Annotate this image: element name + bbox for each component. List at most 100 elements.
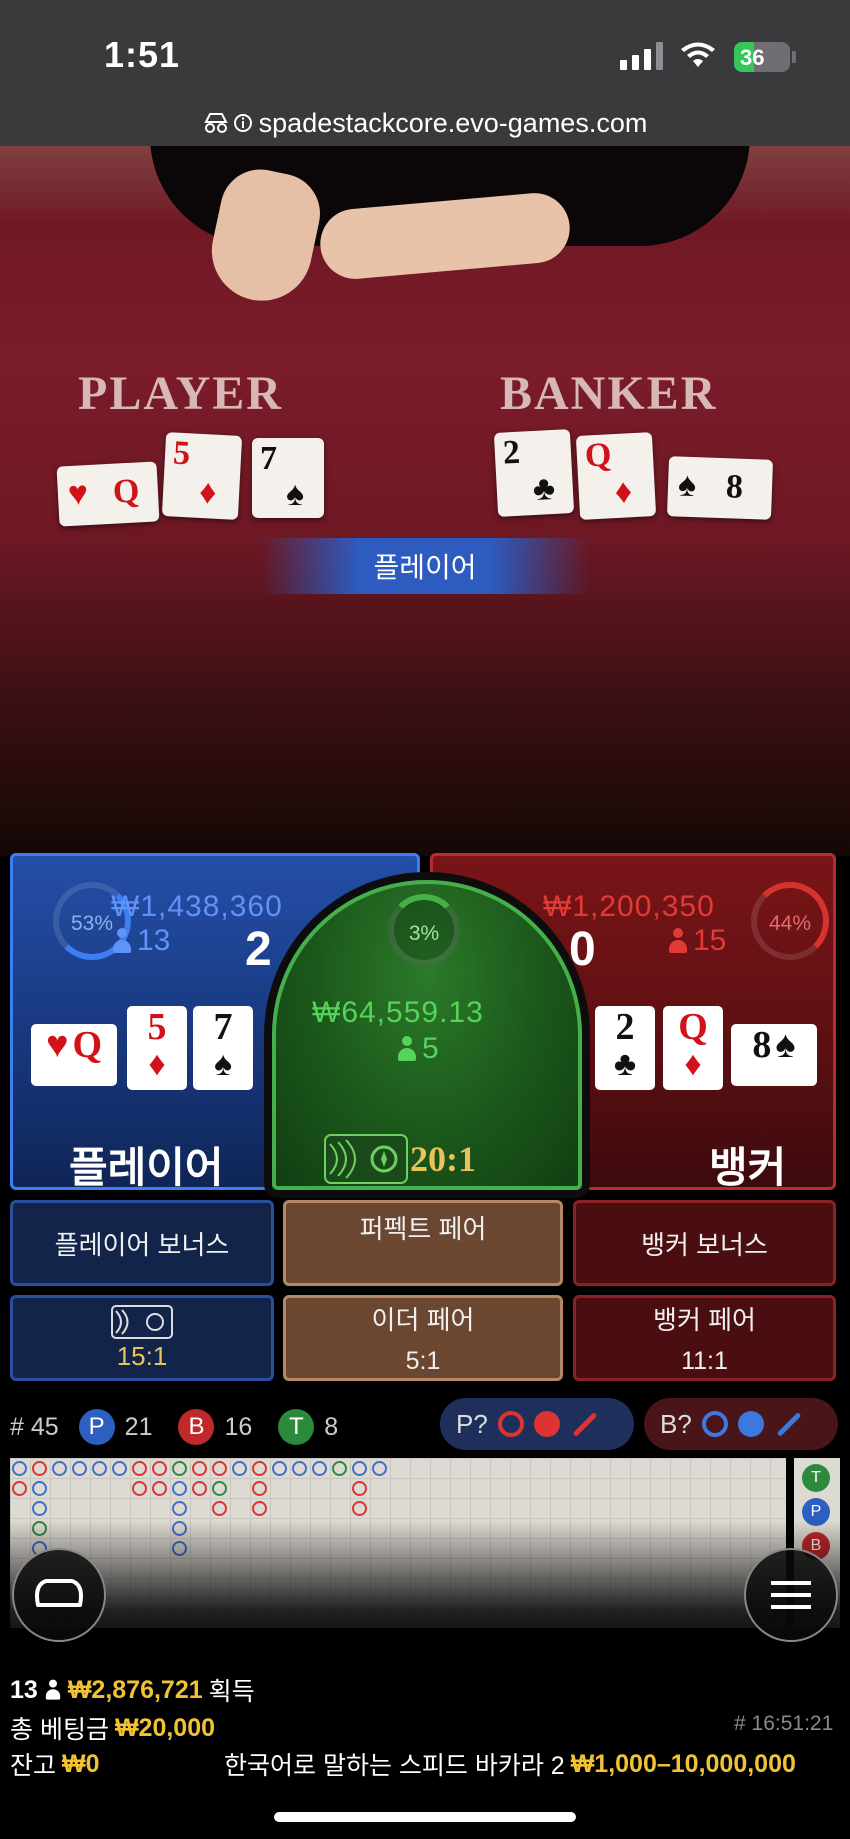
banker-pair-bet[interactable]: 뱅커 페어 11:1 — [573, 1295, 836, 1381]
player-bonus-bet[interactable]: 플레이어 보너스 — [10, 1200, 274, 1286]
card-rank: 2 — [501, 433, 521, 472]
banker-count: 15 — [693, 924, 727, 957]
golden-card-icon — [111, 1304, 173, 1339]
road-bead — [32, 1481, 47, 1496]
menu-button[interactable] — [744, 1548, 838, 1642]
road-bead — [272, 1461, 287, 1476]
winners-line: 13 ₩2,876,721 획득 — [10, 1672, 255, 1708]
person-icon — [113, 928, 131, 954]
road-bead — [32, 1461, 47, 1476]
road-bead — [372, 1461, 387, 1476]
round-time: # 16:51:21 — [734, 1712, 834, 1735]
banker-predict-label: B? — [660, 1408, 692, 1439]
road-bead — [352, 1481, 367, 1496]
player-predict-label: P? — [456, 1408, 488, 1439]
road-bead — [172, 1501, 187, 1516]
win-label: 획득 — [208, 1678, 255, 1706]
player-player-count: 13 — [113, 924, 170, 958]
golden-card-icon — [324, 1134, 408, 1184]
wifi-icon — [681, 42, 715, 67]
road-bead — [72, 1461, 87, 1476]
info-icon[interactable] — [233, 113, 253, 133]
banker-bonus-bet[interactable]: 뱅커 보너스 — [573, 1200, 836, 1286]
blue-dot-icon — [737, 1411, 764, 1437]
road-bead — [132, 1481, 147, 1496]
tie-percent-ring: 3% — [388, 894, 460, 966]
banker-percent: 44% — [768, 912, 812, 935]
table-banker-card: ♠ 8 — [666, 456, 774, 520]
total-bet-label: 총 베팅금 — [10, 1716, 109, 1744]
either-pair-odds: 5:1 — [405, 1347, 441, 1375]
balance-label: 잔고 — [10, 1752, 57, 1780]
table-banker-label: BANKER — [500, 367, 718, 420]
balance-amount: ₩0 — [62, 1749, 100, 1778]
balance-line: 잔고 ₩0 — [10, 1746, 100, 1782]
winners-count: 13 — [10, 1675, 38, 1704]
lobby-table-icon — [35, 1579, 83, 1607]
banker-card: 2 ♣ — [595, 1006, 655, 1090]
tie-player-count: 5 — [398, 1032, 439, 1066]
table-name: 한국어로 말하는 스피드 바카라 2 — [224, 1752, 565, 1780]
banker-card: 8 ♠ — [731, 1024, 817, 1086]
card-suit: ♠ — [213, 1046, 233, 1083]
url-text[interactable]: spadestackcore.evo-games.com — [259, 108, 648, 139]
banker-score: 0 — [569, 923, 596, 976]
road-bead — [172, 1461, 187, 1476]
tie-total-amount: ₩64,559.13 — [312, 996, 484, 1029]
player-card: 5 ♦ — [127, 1006, 187, 1090]
banker-predict-button[interactable]: B? — [644, 1398, 838, 1450]
road-bead — [52, 1461, 67, 1476]
road-bead — [112, 1461, 127, 1476]
road-bead — [252, 1461, 267, 1476]
road-bead — [192, 1481, 207, 1496]
card-rank: Q — [678, 1006, 708, 1048]
card-rank: 2 — [615, 1006, 635, 1048]
player-predict-button[interactable]: P? — [440, 1398, 634, 1450]
either-pair-label: 이더 페어 — [371, 1305, 475, 1335]
road-bead — [312, 1461, 327, 1476]
card-suit: ♦ — [613, 473, 634, 512]
card-rank: 8 — [725, 468, 744, 506]
perfect-pair-bet[interactable]: 퍼펙트 페어 — [283, 1200, 563, 1286]
player-total-amount: ₩1,438,360 — [111, 890, 283, 923]
blue-ring-icon — [701, 1411, 728, 1437]
clock: 1:51 — [104, 34, 181, 75]
card-suit: ♣ — [613, 1046, 637, 1083]
tie-bet-spot[interactable]: 3% ₩64,559.13 5 20:1 — [272, 880, 582, 1190]
card-suit: ♥ — [45, 1024, 69, 1066]
chat-button[interactable] — [12, 1548, 106, 1642]
banker-wins-badge: B — [178, 1409, 215, 1445]
card-suit: ♠ — [677, 466, 697, 505]
road-bead — [292, 1461, 307, 1476]
road-bead — [212, 1501, 227, 1516]
table-limits: ₩1,000–10,000,000 — [570, 1749, 796, 1778]
road-bead — [352, 1501, 367, 1516]
hamburger-icon — [771, 1581, 811, 1609]
player-wins-badge: P — [78, 1409, 115, 1445]
player-label: 플레이어 — [69, 1144, 224, 1191]
road-bead — [192, 1461, 207, 1476]
card-suit: ♥ — [67, 475, 90, 514]
banker-bonus-label: 뱅커 보너스 — [641, 1229, 768, 1260]
road-bead — [172, 1481, 187, 1496]
tie-odds: 20:1 — [410, 1139, 476, 1179]
road-bead — [132, 1461, 147, 1476]
total-bet-line: 총 베팅금 ₩20,000 — [10, 1710, 215, 1746]
person-icon — [398, 1036, 416, 1062]
tie-wins-badge: T — [278, 1409, 315, 1445]
banker-total-amount: ₩1,200,350 — [543, 890, 715, 923]
table-banker-card: 2 ♣ — [493, 429, 575, 517]
player-wins-count: 21 — [124, 1412, 153, 1441]
road-bead — [332, 1461, 347, 1476]
battery-indicator: 36 — [734, 42, 790, 72]
home-indicator — [274, 1812, 576, 1822]
url-bar[interactable]: spadestackcore.evo-games.com — [0, 100, 850, 146]
table-player-card: ♥ Q — [56, 461, 160, 527]
player-pair-bet[interactable]: 15:1 — [10, 1295, 274, 1381]
road-bead — [32, 1501, 47, 1516]
player-bonus-label: 플레이어 보너스 — [54, 1229, 230, 1260]
banker-pair-label: 뱅커 페어 — [653, 1305, 756, 1335]
either-pair-bet[interactable]: 이더 페어 5:1 — [283, 1295, 563, 1381]
url-icons — [203, 112, 253, 134]
road-bead — [12, 1461, 27, 1476]
